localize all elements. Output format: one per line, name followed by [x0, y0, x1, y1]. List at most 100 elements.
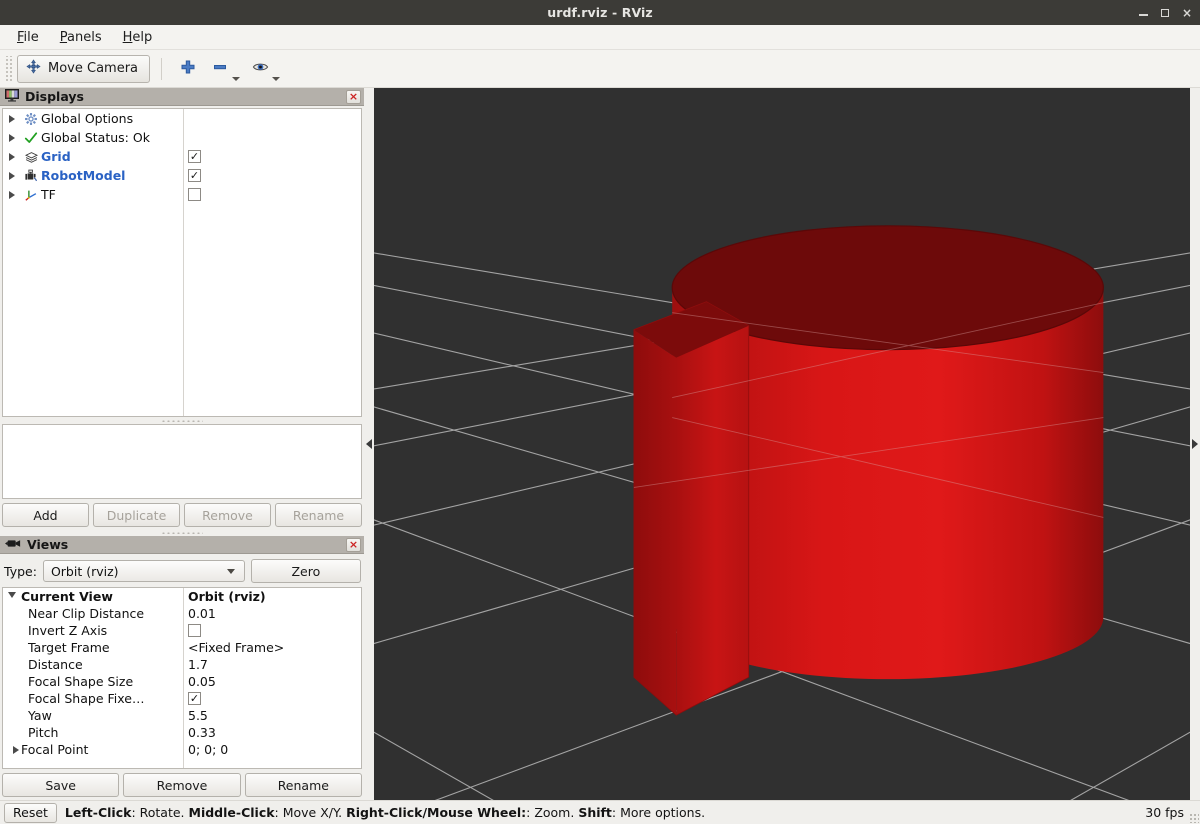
window-title: urdf.rviz - RViz — [547, 5, 653, 20]
display-visibility-checkbox[interactable]: ✓ — [188, 150, 201, 163]
property-row[interactable]: Yaw 5.5 — [3, 707, 361, 724]
remove-display-button[interactable]: Remove — [184, 503, 271, 527]
hint-shift: Shift — [578, 805, 612, 820]
property-name: Pitch — [28, 725, 59, 740]
property-row[interactable]: Current View Orbit (rviz) — [3, 588, 361, 605]
minimize-icon[interactable] — [1138, 14, 1148, 16]
collapse-arrow-icon[interactable] — [3, 591, 21, 602]
focal-shape-fixed-checkbox[interactable]: ✓ — [188, 692, 201, 705]
property-value: Orbit (rviz) — [188, 589, 266, 604]
green-check-icon — [21, 131, 41, 145]
window-resize-grip[interactable] — [1189, 813, 1199, 823]
menu-panels[interactable]: Panels — [51, 27, 111, 48]
invert-z-axis-checkbox[interactable] — [188, 624, 201, 637]
toolbar-separator — [161, 57, 163, 80]
hint-left-click: Left-Click — [64, 805, 132, 820]
menu-help-label: elp — [132, 29, 153, 45]
view-type-select[interactable]: Orbit (rviz) — [42, 560, 245, 582]
views-panel-title: Views — [27, 537, 69, 552]
displays-panel-header: Displays × — [0, 88, 364, 106]
save-view-button[interactable]: Save — [2, 773, 120, 797]
property-row[interactable]: Target Frame <Fixed Frame> — [3, 639, 361, 656]
display-item-grid[interactable]: Grid ✓ — [3, 147, 361, 166]
move-camera-button[interactable]: Move Camera — [17, 54, 151, 83]
property-name: Near Clip Distance — [28, 606, 145, 621]
expand-arrow-icon[interactable] — [3, 190, 21, 199]
display-visibility-checkbox[interactable] — [188, 188, 201, 201]
remove-tool-button[interactable] — [205, 55, 243, 83]
window-controls: × — [1138, 0, 1192, 25]
view-properties-tree[interactable]: Current View Orbit (rviz) Near Clip Dist… — [2, 587, 362, 769]
collapse-left-dock-handle[interactable] — [364, 88, 374, 800]
mouse-hint-text: Left-Click: Rotate. Middle-Click: Move X… — [65, 805, 1137, 820]
reset-button[interactable]: Reset — [4, 802, 57, 823]
expand-arrow-icon[interactable] — [3, 171, 21, 180]
property-row[interactable]: Pitch 0.33 — [3, 724, 361, 741]
close-icon[interactable]: × — [1182, 7, 1192, 19]
menu-file-label: ile — [23, 29, 39, 45]
move-camera-icon — [26, 59, 41, 78]
display-item-label: TF — [41, 187, 56, 202]
view-type-value: Orbit (rviz) — [50, 563, 119, 579]
collapse-left-arrow-icon — [366, 439, 372, 449]
display-item-global-options[interactable]: Global Options — [3, 109, 361, 128]
property-value: 0.01 — [188, 606, 216, 621]
render-area — [364, 88, 1200, 800]
zero-view-button[interactable]: Zero — [250, 559, 361, 583]
monitor-icon — [5, 88, 19, 105]
duplicate-display-button[interactable]: Duplicate — [93, 503, 180, 527]
display-help-box — [2, 424, 362, 499]
property-name: Yaw — [28, 708, 52, 723]
display-item-tf[interactable]: TF — [3, 185, 361, 204]
displays-tree[interactable]: Global Options Global Status: Ok Grid ✓ … — [2, 108, 362, 417]
add-tool-button[interactable] — [173, 55, 203, 83]
grid-layers-icon — [21, 150, 41, 164]
property-value: 1.7 — [188, 657, 208, 672]
display-item-global-status[interactable]: Global Status: Ok — [3, 128, 361, 147]
menu-help[interactable]: Help — [114, 27, 162, 48]
chevron-down-icon[interactable] — [232, 76, 241, 81]
visibility-tool-button[interactable] — [245, 55, 283, 83]
expand-arrow-icon[interactable] — [3, 133, 21, 142]
menu-file[interactable]: File — [8, 27, 48, 48]
remove-view-button[interactable]: Remove — [123, 773, 241, 797]
rename-display-button[interactable]: Rename — [275, 503, 362, 527]
box-link — [633, 301, 750, 716]
plus-icon — [180, 59, 196, 78]
views-panel-close-button[interactable]: × — [346, 537, 361, 552]
chevron-down-icon[interactable] — [272, 76, 281, 81]
property-row[interactable]: Focal Shape Size 0.05 — [3, 673, 361, 690]
expand-arrow-icon[interactable] — [3, 745, 21, 754]
property-name: Target Frame — [28, 640, 110, 655]
3d-scene — [374, 88, 1190, 800]
collapse-right-arrow-icon — [1192, 439, 1198, 449]
main-body: Displays × Global Options Global Status:… — [0, 88, 1200, 800]
display-item-label: RobotModel — [41, 168, 126, 183]
collapse-right-dock-handle[interactable] — [1190, 88, 1200, 800]
add-display-button[interactable]: Add — [2, 503, 89, 527]
displays-panel-close-button[interactable]: × — [346, 89, 361, 104]
displays-button-row: Add Duplicate Remove Rename — [0, 499, 364, 529]
displays-splitter[interactable] — [0, 417, 364, 424]
property-row[interactable]: Focal Point 0; 0; 0 — [3, 741, 361, 758]
property-name: Invert Z Axis — [28, 623, 108, 638]
property-row[interactable]: Distance 1.7 — [3, 656, 361, 673]
views-panel-header: Views × — [0, 536, 364, 554]
chevron-down-icon — [226, 568, 235, 574]
expand-arrow-icon[interactable] — [3, 152, 21, 161]
property-row[interactable]: Near Clip Distance 0.01 — [3, 605, 361, 622]
status-bar: Reset Left-Click: Rotate. Middle-Click: … — [0, 800, 1200, 824]
display-visibility-checkbox[interactable]: ✓ — [188, 169, 201, 182]
views-splitter[interactable] — [0, 529, 364, 536]
camera-icon — [5, 537, 21, 552]
property-row[interactable]: Invert Z Axis — [3, 622, 361, 639]
3d-viewport[interactable] — [374, 88, 1190, 800]
toolbar-grip[interactable] — [4, 55, 12, 82]
maximize-icon[interactable] — [1160, 8, 1169, 17]
display-item-robotmodel[interactable]: RobotModel ✓ — [3, 166, 361, 185]
property-row[interactable]: Focal Shape Fixe… ✓ — [3, 690, 361, 707]
expand-arrow-icon[interactable] — [3, 114, 21, 123]
minus-icon — [212, 59, 228, 78]
hint-left-click-action: : Rotate. — [131, 805, 189, 820]
rename-view-button[interactable]: Rename — [244, 773, 362, 797]
